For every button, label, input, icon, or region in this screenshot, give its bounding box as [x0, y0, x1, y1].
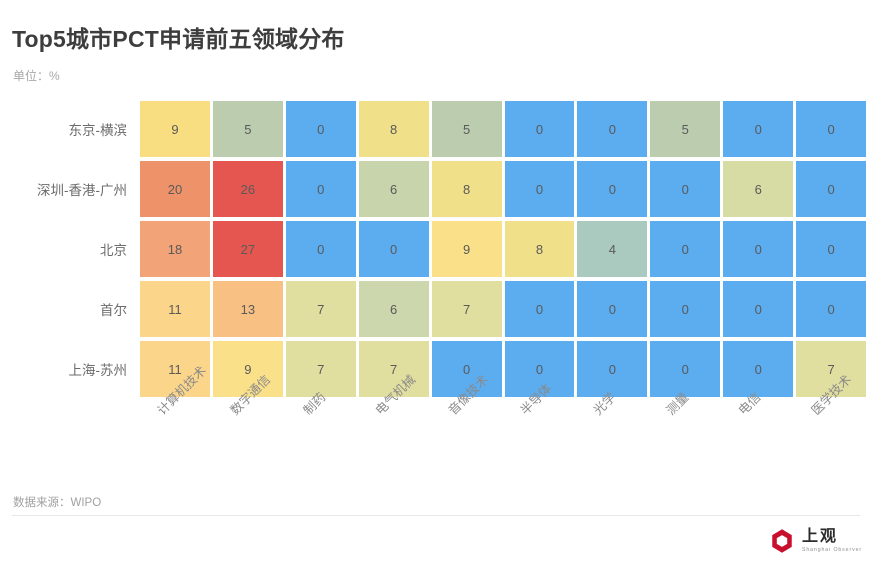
heatmap-cell: 0 — [723, 281, 794, 337]
heatmap-cell: 20 — [140, 161, 210, 217]
row-label: 北京 — [100, 243, 127, 258]
heatmap-cell: 0 — [504, 101, 575, 157]
heatmap-cell: 0 — [796, 221, 867, 277]
heatmap-cell: 0 — [358, 221, 429, 277]
heatmap-cell: 0 — [577, 161, 648, 217]
heatmap-cell: 7 — [285, 281, 356, 337]
heatmap-cell: 5 — [431, 101, 502, 157]
heatmap-cell: 0 — [650, 281, 721, 337]
heatmap-cell: 6 — [358, 281, 429, 337]
heatmap-grid: 9 5 0 8 5 0 0 5 0 0 20 26 0 6 8 0 0 0 6 0 18 27 0 0 9 8 4 0 0 0 11 13 7 6… — [140, 101, 867, 400]
heatmap-cell: 0 — [796, 281, 867, 337]
heatmap-cell: 6 — [723, 161, 794, 217]
heatmap-cell: 8 — [431, 161, 502, 217]
heatmap-cell: 0 — [577, 281, 648, 337]
heatmap-cell: 0 — [577, 341, 648, 397]
heatmap-cell: 0 — [723, 341, 794, 397]
heatmap-cell: 0 — [650, 341, 721, 397]
logo-wordmark: 上观 Shanghai Observer — [802, 527, 862, 553]
heatmap-cell: 0 — [723, 221, 794, 277]
heatmap-cell: 26 — [212, 161, 283, 217]
heatmap-cell: 13 — [212, 281, 283, 337]
heatmap-cell: 0 — [285, 161, 356, 217]
heatmap-cell: 18 — [140, 221, 210, 277]
heatmap-cell: 5 — [212, 101, 283, 157]
unit-label: 单位：% — [13, 69, 60, 83]
heatmap-row: 20 26 0 6 8 0 0 0 6 0 — [140, 161, 867, 217]
heatmap-cell: 9 — [140, 101, 210, 157]
heatmap-cell: 0 — [577, 101, 648, 157]
heatmap-cell: 9 — [431, 221, 502, 277]
heatmap-cell: 0 — [504, 161, 575, 217]
heatmap-cell: 0 — [650, 161, 721, 217]
row-label: 东京-横滨 — [68, 123, 128, 138]
row-label: 上海-苏州 — [68, 363, 128, 378]
data-source: 数据来源：WIPO — [13, 497, 102, 509]
heatmap-cell: 5 — [650, 101, 721, 157]
chart-page: Top5城市PCT申请前五领域分布 单位：% 东京-横滨深圳-香港-广州北京首尔… — [0, 0, 872, 574]
heatmap-cell: 8 — [358, 101, 429, 157]
heatmap-cell: 11 — [140, 281, 210, 337]
heatmap-cell: 0 — [504, 281, 575, 337]
heatmap-cell: 0 — [285, 221, 356, 277]
heatmap-cell: 0 — [796, 161, 867, 217]
heatmap-cell: 7 — [285, 341, 356, 397]
footer-divider — [12, 515, 860, 516]
heatmap-cell: 27 — [212, 221, 283, 277]
row-axis-labels: 东京-横滨深圳-香港-广州北京首尔上海-苏州 — [0, 101, 140, 400]
heatmap-cell: 8 — [504, 221, 575, 277]
heatmap-row: 18 27 0 0 9 8 4 0 0 0 — [140, 221, 867, 277]
column-axis-labels: 计算机技术 数字通信 制药 电气机械 音像技术 半导体 光学 测量 电信 医学技术 — [140, 364, 866, 475]
logo-chinese-name: 上观 — [802, 527, 839, 545]
heatmap-cell: 4 — [577, 221, 648, 277]
heatmap-cell: 7 — [431, 281, 502, 337]
row-label: 首尔 — [100, 303, 127, 318]
logo-english-name: Shanghai Observer — [802, 546, 862, 553]
hexagon-logo-icon — [769, 528, 795, 554]
heatmap-cell: 6 — [358, 161, 429, 217]
heatmap-cell: 0 — [796, 101, 867, 157]
heatmap-cell: 0 — [723, 101, 794, 157]
row-label: 深圳-香港-广州 — [37, 183, 127, 198]
heatmap-cell: 0 — [285, 101, 356, 157]
heatmap-row: 9508500500 — [140, 101, 867, 157]
heatmap-row: 11 13 7 6 7 0 0 0 0 0 — [140, 281, 867, 337]
page-title: Top5城市PCT申请前五领域分布 — [12, 26, 345, 52]
heatmap-cell: 0 — [650, 221, 721, 277]
brand-logo: 上观 Shanghai Observer — [769, 528, 862, 554]
